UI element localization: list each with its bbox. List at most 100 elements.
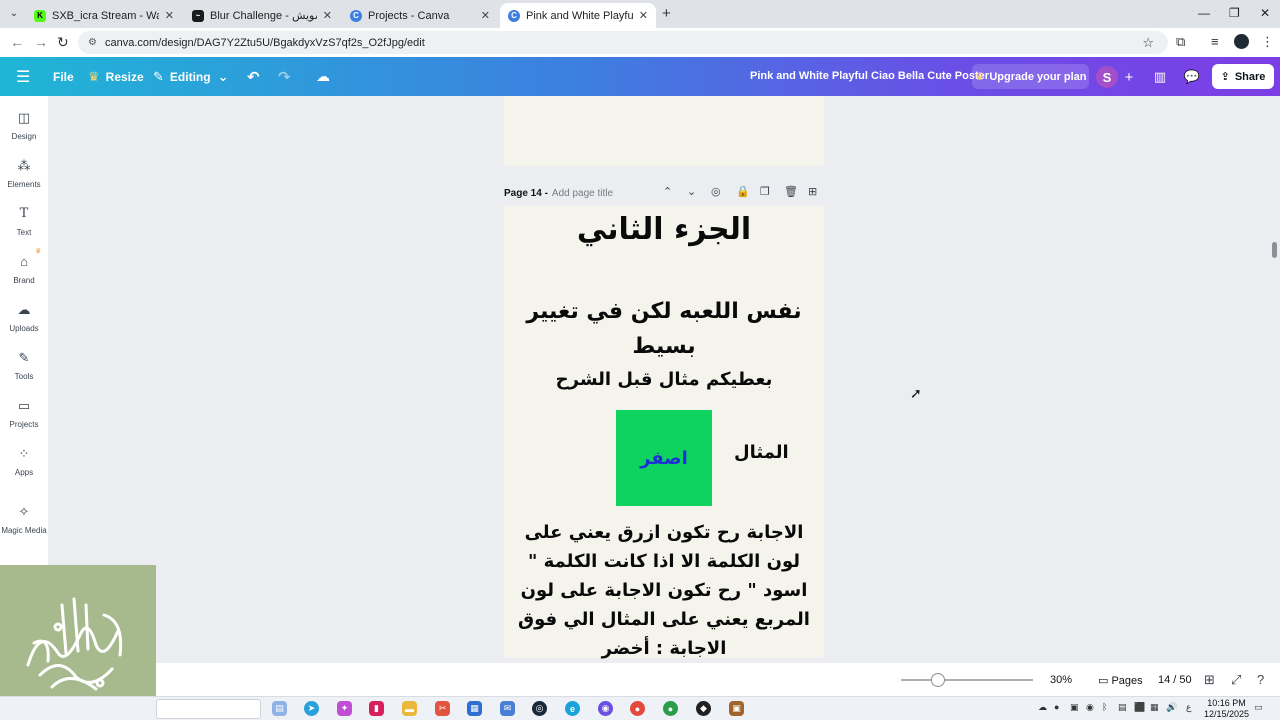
- lock-page-icon[interactable]: 🔒: [736, 185, 750, 198]
- resize-button[interactable]: ♛ Resize: [88, 57, 144, 96]
- fullscreen-icon[interactable]: ⤢: [1231, 672, 1241, 688]
- sidebar-item-apps[interactable]: ⁘ Apps: [0, 446, 48, 490]
- vertical-scrollbar[interactable]: [1272, 242, 1277, 258]
- media-controls-icon[interactable]: ≡: [1211, 34, 1219, 49]
- bookmark-star-icon[interactable]: ☆: [1142, 35, 1154, 51]
- tab-close-icon[interactable]: ✕: [639, 9, 648, 22]
- extensions-icon[interactable]: ⧉: [1176, 34, 1185, 50]
- tray-app-icon[interactable]: ▣: [1070, 702, 1079, 713]
- file-explorer-app-icon[interactable]: ▤: [272, 701, 287, 716]
- sidebar-item-elements[interactable]: ⁂ Elements: [0, 158, 48, 202]
- app-icon[interactable]: ◉: [598, 701, 613, 716]
- move-page-up-icon[interactable]: ⌃: [663, 185, 672, 198]
- back-icon[interactable]: ←: [10, 34, 24, 50]
- steam-app-icon[interactable]: ◎: [532, 701, 547, 716]
- reload-icon[interactable]: ↻: [57, 34, 69, 51]
- telegram-app-icon[interactable]: ➤: [304, 701, 319, 716]
- hide-page-icon[interactable]: ◎: [711, 185, 721, 198]
- store-app-icon[interactable]: ▦: [467, 701, 482, 716]
- grid-view-icon[interactable]: ⊞: [1204, 672, 1215, 688]
- browser-tab[interactable]: K SXB_icra Stream - Watch Live o ✕: [26, 3, 182, 28]
- comment-icon[interactable]: 💬: [1181, 66, 1203, 88]
- sidebar-item-text[interactable]: T Text: [0, 206, 48, 250]
- notifications-icon[interactable]: ▭: [1254, 702, 1263, 713]
- pages-button[interactable]: ▭ Pages: [1098, 674, 1143, 687]
- page-count[interactable]: 14 / 50: [1158, 674, 1192, 686]
- app-icon[interactable]: ▮: [369, 701, 384, 716]
- sidebar-item-projects[interactable]: ▭ Projects: [0, 398, 48, 442]
- zoom-slider-handle[interactable]: [930, 673, 945, 687]
- canvas-workspace[interactable]: Page 14 - Add page title ⌃ ⌄ ◎ 🔒 ❐ 🗑 ⊞ ا…: [48, 96, 1270, 663]
- mail-app-icon[interactable]: ✉: [500, 701, 515, 716]
- taskbar-search-field[interactable]: [156, 699, 261, 719]
- color-square[interactable]: اصفر: [616, 410, 712, 506]
- page-subtitle-2[interactable]: بعطيكم مثال قبل الشرح: [504, 369, 824, 390]
- sidebar-item-tools[interactable]: ✎ Tools: [0, 350, 48, 394]
- duplicate-page-icon[interactable]: ❐: [760, 185, 770, 198]
- add-collaborator-icon[interactable]: +: [1118, 66, 1140, 88]
- tray-app-icon[interactable]: ●: [1054, 702, 1059, 712]
- delete-page-icon[interactable]: 🗑: [784, 185, 798, 198]
- browser-tab[interactable]: ~ Blur Challenge - جوله تشويش | ✕: [184, 3, 340, 28]
- undo-icon[interactable]: ↶: [247, 57, 260, 96]
- sidebar-item-magic-media[interactable]: ✧ Magic Media: [0, 504, 48, 548]
- sidebar-item-brand[interactable]: ⌂ Brand: [0, 254, 48, 298]
- upgrade-plan-button[interactable]: ♛ Upgrade your plan: [972, 64, 1089, 89]
- tray-app-icon[interactable]: ◉: [1086, 702, 1094, 713]
- page-title-input[interactable]: Add page title: [552, 188, 613, 199]
- tray-app-icon[interactable]: ▤: [1118, 702, 1127, 713]
- system-clock[interactable]: 10:16 PM 12/15/2025: [1204, 698, 1249, 720]
- share-button[interactable]: ⇪ Share: [1212, 64, 1274, 89]
- cloud-saved-icon[interactable]: ☁: [316, 57, 330, 96]
- tab-search-menu-icon[interactable]: ⌄: [6, 5, 22, 21]
- redo-icon[interactable]: ↷: [278, 57, 291, 96]
- language-indicator[interactable]: ع: [1186, 702, 1191, 713]
- tab-close-icon[interactable]: ✕: [165, 9, 174, 22]
- copilot-app-icon[interactable]: ✦: [337, 701, 352, 716]
- folder-app-icon[interactable]: ▬: [402, 701, 417, 716]
- minimize-icon[interactable]: —: [1198, 6, 1210, 20]
- edge-app-icon[interactable]: e: [565, 701, 580, 716]
- new-tab-icon[interactable]: +: [662, 5, 671, 22]
- nvidia-tray-icon[interactable]: ▦: [1150, 702, 1159, 713]
- main-menu-icon[interactable]: ☰: [16, 57, 30, 96]
- help-icon[interactable]: ?: [1257, 672, 1264, 687]
- app-icon[interactable]: ◆: [696, 701, 711, 716]
- window-close-icon[interactable]: ✕: [1260, 6, 1270, 20]
- winrar-app-icon[interactable]: ▣: [729, 701, 744, 716]
- answer-paragraph[interactable]: الاجابة رح تكون ازرق يعني على لون الكلمة…: [504, 518, 824, 663]
- editing-mode-button[interactable]: ✎ Editing ⌄: [153, 57, 234, 96]
- tab-close-icon[interactable]: ✕: [323, 9, 332, 22]
- previous-page[interactable]: [504, 96, 824, 166]
- browser-tab-active[interactable]: C Pink and White Playful Ciao Bell ✕: [500, 3, 656, 28]
- file-menu-button[interactable]: File: [53, 57, 74, 96]
- speaker-tray-icon[interactable]: 🔊: [1166, 702, 1177, 713]
- restore-icon[interactable]: ❐: [1229, 6, 1240, 20]
- browser-profile-avatar[interactable]: [1234, 34, 1249, 49]
- tab-close-icon[interactable]: ✕: [481, 9, 490, 22]
- design-page[interactable]: الجزء الثاني نفس اللعبه لكن في تغيير بسي…: [504, 206, 824, 659]
- browser-tab[interactable]: C Projects - Canva ✕: [342, 3, 498, 28]
- move-page-down-icon[interactable]: ⌄: [687, 185, 696, 198]
- sidebar-item-uploads[interactable]: ☁ Uploads: [0, 302, 48, 346]
- browser-menu-icon[interactable]: ⋮: [1261, 34, 1274, 50]
- zoom-value[interactable]: 30%: [1050, 674, 1072, 686]
- page-subtitle[interactable]: نفس اللعبه لكن في تغيير بسيط: [504, 294, 824, 364]
- user-avatar[interactable]: S: [1096, 66, 1118, 88]
- example-label[interactable]: المثال: [734, 442, 789, 463]
- document-title[interactable]: Pink and White Playful Ciao Bella Cute P…: [750, 70, 989, 82]
- chrome-profile-app-icon[interactable]: ●: [663, 701, 678, 716]
- insights-chart-icon[interactable]: ▥: [1149, 66, 1171, 88]
- url-field[interactable]: ⚙ canva.com/design/DAG7Y2Ztu5U/BgakdyxVz…: [78, 31, 1168, 54]
- site-info-icon[interactable]: ⚙: [88, 37, 97, 48]
- onedrive-tray-icon[interactable]: ☁: [1038, 702, 1047, 713]
- tray-app-icon[interactable]: ⬛: [1134, 702, 1145, 713]
- chrome-app-icon[interactable]: ●: [630, 701, 645, 716]
- sidebar-item-design[interactable]: ◫ Design: [0, 110, 48, 154]
- forward-icon[interactable]: →: [34, 34, 48, 50]
- page-heading[interactable]: الجزء الثاني: [504, 212, 824, 247]
- add-page-icon[interactable]: ⊞: [808, 185, 817, 198]
- zoom-slider[interactable]: [901, 679, 1033, 681]
- bluetooth-tray-icon[interactable]: ᛒ: [1102, 702, 1107, 712]
- app-icon[interactable]: ✂: [435, 701, 450, 716]
